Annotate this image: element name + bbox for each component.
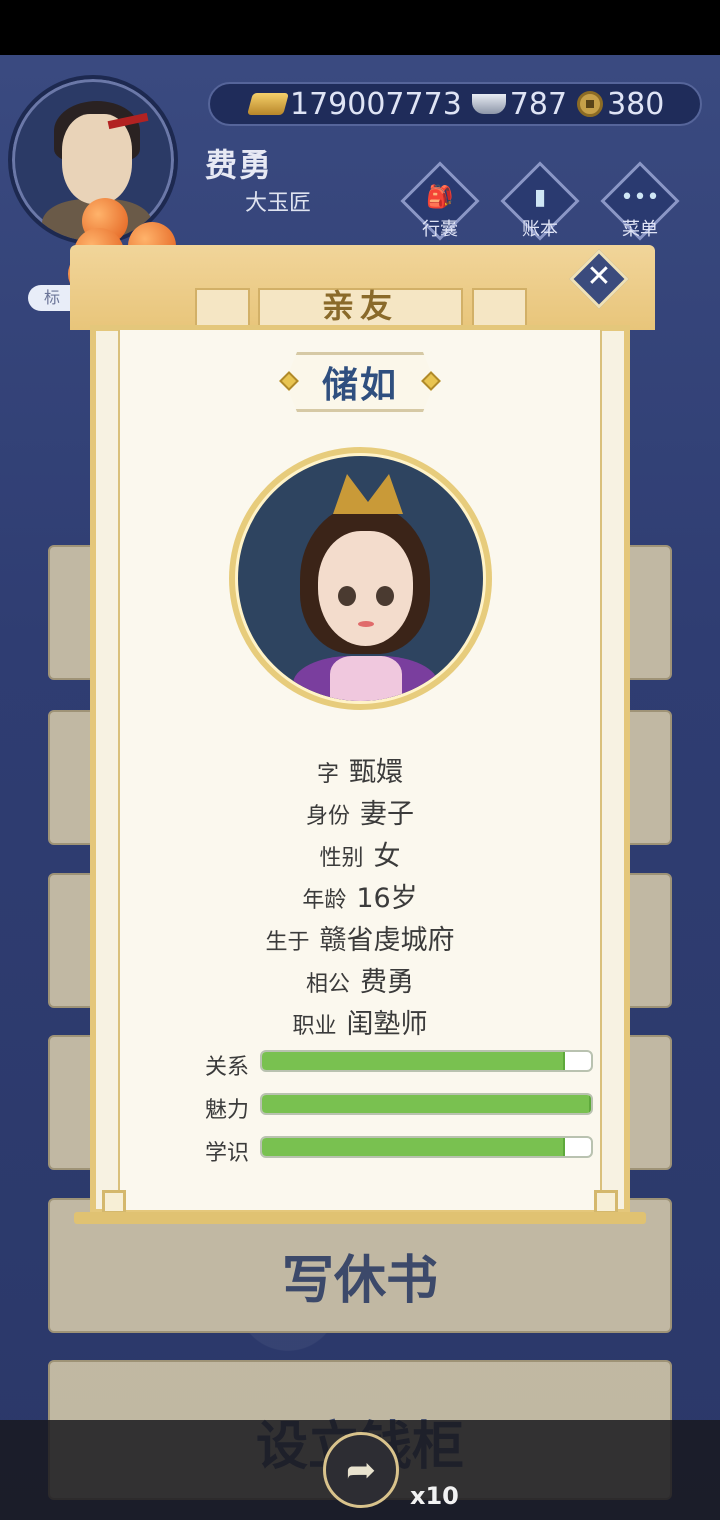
- info-gender: 性别女: [319, 841, 401, 872]
- gold-amount: 179007773: [290, 86, 462, 122]
- silver-ingot-icon: [471, 94, 506, 114]
- stat-label-relationship: 关系: [205, 1055, 250, 1080]
- ledger-button[interactable]: ▮ 账本: [500, 161, 580, 245]
- stat-bar-charm: [260, 1093, 593, 1115]
- stat-fill: [262, 1138, 565, 1156]
- player-name: 费勇: [205, 146, 274, 184]
- character-name-plate: 储如: [285, 352, 435, 412]
- character-portrait: [229, 447, 492, 710]
- coin-amount: 380: [607, 86, 665, 122]
- ledger-icon: ▮: [533, 185, 547, 210]
- info-birthplace: 生于 赣省虔城府: [265, 925, 455, 956]
- stat-label-charm: 魅力: [205, 1098, 250, 1123]
- stat-fill: [262, 1052, 565, 1070]
- divorce-label: 写休书: [281, 1251, 438, 1311]
- menu-icon: •••: [620, 185, 660, 210]
- share-count: x10: [410, 1482, 459, 1510]
- share-icon: ➦: [345, 1449, 377, 1491]
- bag-icon: 🎒: [426, 185, 454, 210]
- stat-bar-knowledge: [260, 1136, 593, 1158]
- dialog-title: 亲友: [321, 287, 398, 325]
- gold-ingot-icon: [247, 93, 289, 115]
- stat-label-knowledge: 学识: [205, 1141, 250, 1166]
- copper-coin-icon: [577, 91, 604, 117]
- share-button[interactable]: ➦: [323, 1432, 399, 1508]
- info-husband: 相公 费勇: [305, 967, 414, 998]
- info-identity: 身份 妻子: [305, 799, 414, 830]
- info-occupation: 职业 闺塾师: [292, 1009, 428, 1040]
- hair-ornament: [333, 474, 403, 514]
- player-title: 大玉匠: [245, 191, 312, 216]
- character-name: 储如: [321, 365, 398, 406]
- stat-bar-relationship: [260, 1050, 593, 1072]
- dialog-footer: [74, 1212, 646, 1224]
- bag-button[interactable]: 🎒 行囊: [400, 161, 480, 245]
- silver-amount: 787: [509, 86, 568, 122]
- status-bar: [0, 0, 720, 55]
- currency-bar: 179007773 787 380: [208, 82, 702, 126]
- info-age: 年龄 16岁: [302, 883, 418, 914]
- menu-button[interactable]: ••• 菜单: [600, 161, 680, 245]
- stat-fill: [262, 1095, 591, 1113]
- info-courtesy-name: 字甄嬛: [316, 757, 403, 788]
- close-icon[interactable]: ✕: [578, 256, 620, 298]
